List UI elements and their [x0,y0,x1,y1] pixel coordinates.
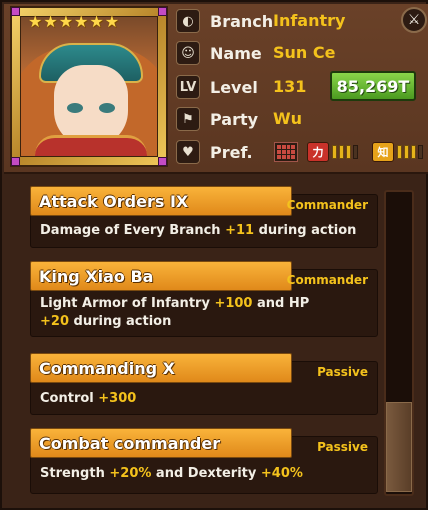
party-value: Wu [273,109,303,128]
skill-list[interactable]: Attack Orders IX Commander Damage of Eve… [10,182,378,504]
skill-type: Commander [286,198,368,212]
banner-icon: ⚑ [176,107,200,131]
star-icon: ★ [43,12,58,31]
star-icon: ★ [104,12,120,31]
pref-label: Pref. [210,142,253,162]
skill-description: Control +300 [40,391,137,406]
intelligence-pref-badge: 知 [372,142,394,162]
party-label: Party [210,109,259,129]
portrait-frame: ★ ★ ★ ★ ★ ★ [10,6,168,167]
star-icon: ★ [89,12,104,31]
star-icon: ★ [74,12,89,31]
corner-gem-icon [158,7,167,16]
skill-type: Passive [317,365,368,379]
level-row: LV Level [176,74,258,100]
star-icon: ★ [58,12,74,31]
general-face-icon: ☺ [176,41,200,65]
intelligence-pref-bars [397,145,423,159]
name-value: Sun Ce [273,43,336,62]
branch-label: Branch [210,11,274,31]
formation-grid-icon [274,142,298,162]
general-portrait [20,16,158,157]
power-value: 85,269T [330,71,416,101]
skill-description: Strength +20% and Dexterity +40% [40,466,303,481]
corner-gem-icon [158,157,167,166]
skill-title: King Xiao Ba [30,261,292,291]
pref-row: ♥ Pref. [176,139,253,165]
level-value: 131 [273,77,307,96]
general-detail-window: ★ ★ ★ ★ ★ ★ ◐ Branch Infantry ⚔ ☺ Name Sun Ce… [0,0,428,510]
general-info-panel: ★ ★ ★ ★ ★ ★ ◐ Branch Infantry ⚔ ☺ Name Sun Ce… [4,4,428,174]
strength-pref-bars [332,145,358,159]
level-label: Level [210,77,258,97]
name-row: ☺ Name [176,40,262,66]
branch-row: ◐ Branch [176,8,273,34]
skill-description: Light Armor of Infantry +100 and HP +20 … [40,296,310,329]
skill-description: Damage of Every Branch +11 during action [40,223,357,238]
star-rating: ★ ★ ★ ★ ★ ★ [28,14,154,30]
branch-type-icon[interactable]: ⚔ [401,7,427,33]
branch-icon: ◐ [176,9,200,33]
corner-gem-icon [11,157,20,166]
corner-gem-icon [11,7,20,16]
skill-title: Attack Orders IX [30,186,292,216]
skill-title: Combat commander [30,428,292,458]
scrollbar-thumb[interactable] [386,402,412,492]
star-icon: ★ [28,12,43,31]
strength-pref-badge: 力 [307,142,329,162]
skill-title: Commanding X [30,353,292,383]
skill-type: Passive [317,440,368,454]
branch-value: Infantry [273,11,346,30]
party-row: ⚑ Party [176,106,258,132]
heart-icon: ♥ [176,140,200,164]
name-label: Name [210,43,262,63]
level-icon: LV [176,75,200,99]
skill-type: Commander [286,273,368,287]
